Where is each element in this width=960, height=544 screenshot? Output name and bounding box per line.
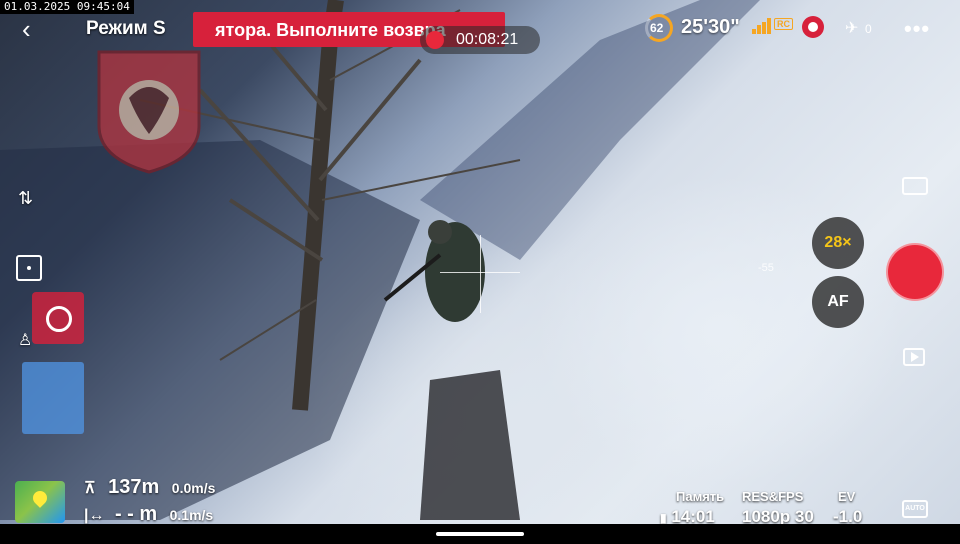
auto-icon[interactable]: AUTO (902, 500, 928, 518)
map-panel[interactable] (22, 362, 84, 434)
playback-icon[interactable] (903, 348, 925, 366)
horizontal-speed: 0.1m/s (169, 507, 214, 523)
sd-card-icon: ▮ (660, 511, 667, 525)
distance-value: - - m (114, 503, 158, 525)
orientation-icon[interactable]: ⇅ (18, 188, 33, 209)
distance-icon: |↔ (84, 507, 105, 524)
af-button[interactable]: AF (812, 276, 864, 328)
video-signal-icon[interactable] (802, 16, 824, 38)
battery-icon[interactable]: 62 (645, 14, 673, 42)
crosshair-vertical (480, 235, 481, 313)
flight-mode[interactable]: Режим S (86, 18, 166, 40)
ev-tick-label: -55 (758, 262, 774, 274)
target-icon[interactable] (32, 292, 84, 344)
recording-indicator: 00:08:21 (420, 26, 540, 54)
altitude-value: 137m (108, 476, 160, 498)
satellite-count: 0 (865, 22, 872, 36)
altitude-row: ⊼ 137m 0.0m/s (84, 476, 215, 499)
battery-percent: 62 (650, 21, 664, 35)
home-indicator[interactable] (436, 532, 524, 536)
crosshair-horizontal (440, 272, 520, 273)
flight-time: 25'30" (681, 16, 740, 38)
emblem-icon (97, 50, 201, 174)
person-icon[interactable]: ♙ (18, 330, 32, 350)
more-icon[interactable]: ••• (904, 16, 930, 42)
warning-text: ятора. Выполните возвра (215, 20, 446, 40)
zoom-button[interactable]: 28× (812, 217, 864, 269)
shutter-button[interactable] (886, 243, 944, 301)
altitude-icon: ⊼ (84, 480, 96, 497)
res-label: RES&FPS (742, 489, 804, 504)
map-icon[interactable] (15, 481, 65, 523)
satellite-icon[interactable]: ✈ (845, 18, 858, 38)
frame-icon[interactable] (16, 255, 42, 281)
ev-label: EV (838, 489, 856, 504)
record-dot-icon (426, 31, 444, 49)
camera-mode-icon[interactable] (902, 177, 928, 195)
timestamp: 01.03.2025 09:45:04 (0, 0, 134, 14)
rc-label: RC (774, 18, 793, 30)
recording-time: 00:08:21 (456, 31, 519, 48)
distance-row: |↔ - - m 0.1m/s (84, 503, 213, 526)
vertical-speed: 0.0m/s (171, 480, 216, 496)
back-arrow-icon[interactable]: ‹ (22, 16, 44, 42)
signal-bars-icon[interactable] (752, 18, 772, 34)
memory-label: Память (676, 489, 725, 504)
